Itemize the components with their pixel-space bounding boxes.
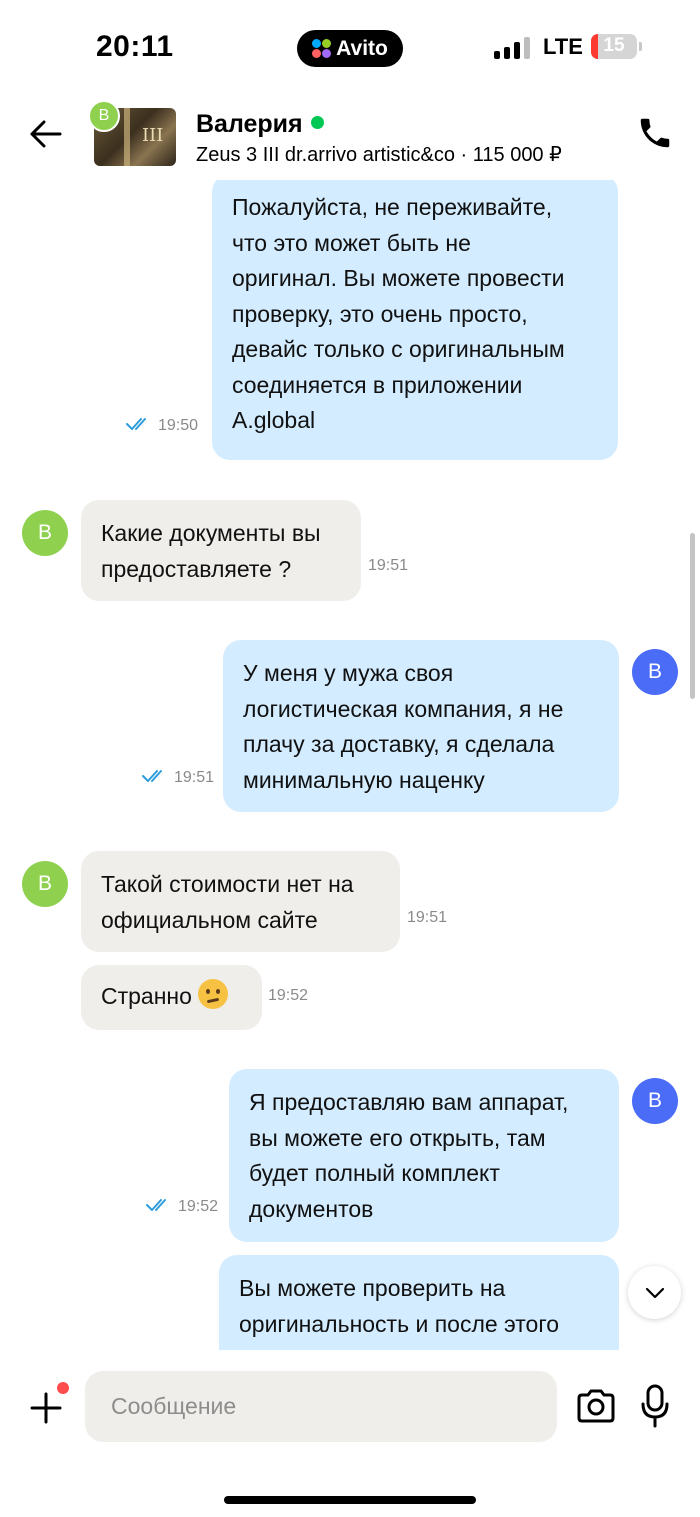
battery-level: 15 xyxy=(603,35,625,56)
phone-icon xyxy=(640,118,670,148)
message-line: предоставляете ? xyxy=(101,555,292,582)
message-bubble-incoming[interactable]: Какие документы вы предоставляете ? xyxy=(81,500,361,601)
scrollbar[interactable] xyxy=(690,533,695,699)
sender-avatar[interactable]: В xyxy=(22,861,68,907)
message-time: 19:51 xyxy=(407,909,448,926)
message-line: будет полный комплект xyxy=(249,1160,500,1186)
avito-logo-icon xyxy=(312,38,332,59)
double-check-icon xyxy=(146,1199,166,1211)
message-time: 19:52 xyxy=(268,987,309,1004)
message-line: документов xyxy=(249,1195,374,1222)
contact-name: Валерия xyxy=(196,110,303,138)
battery-cap xyxy=(639,42,642,51)
message-line: минимальную наценку xyxy=(243,766,485,793)
message-bubble-incoming[interactable]: Такой стоимости нет на официальном сайте xyxy=(81,851,400,952)
arrow-left-icon xyxy=(30,120,62,148)
microphone-button[interactable] xyxy=(640,1384,670,1428)
message-line: Странно xyxy=(101,983,192,1009)
chevron-down-icon xyxy=(645,1287,664,1298)
thinking-face-icon xyxy=(198,979,229,1009)
message-line: вы можете его открыть, там xyxy=(249,1124,546,1151)
message-line: оригинальность и после этого xyxy=(239,1310,560,1337)
message-line: Такой стоимости нет на xyxy=(101,871,354,897)
avito-pill-label: Avito xyxy=(336,36,388,60)
message-input[interactable] xyxy=(85,1371,557,1442)
message-line: что это может быть не xyxy=(232,229,471,256)
composer-bar xyxy=(0,1350,700,1517)
camera-icon xyxy=(577,1389,615,1423)
network-type: LTE xyxy=(543,34,583,59)
message-line: плачу за доставку, я сделала xyxy=(243,731,555,757)
camera-button[interactable] xyxy=(575,1386,617,1426)
message-bubble-outgoing[interactable]: У меня у мужа своя логистическая компани… xyxy=(223,640,619,812)
message-line: Пожалуйста, не переживайте, xyxy=(232,194,553,220)
message-line: девайс только с оригинальным xyxy=(232,336,565,362)
message-line: официальном сайте xyxy=(101,906,318,933)
double-check-icon xyxy=(126,418,146,430)
call-button[interactable] xyxy=(636,114,674,152)
listing-title[interactable]: Zeus 3 III dr.arrivo artistic&co · 115 0… xyxy=(196,142,562,167)
message-line: логистическая компания, я не xyxy=(243,695,564,722)
message-line: Я предоставляю вам аппарат, xyxy=(249,1089,569,1115)
battery-icon: 15 xyxy=(591,34,637,59)
message-time-text: 19:52 xyxy=(178,1198,219,1215)
message-bubble-outgoing[interactable]: Вы можете проверить на оригинальность и … xyxy=(219,1255,619,1350)
message-line: A.global xyxy=(232,407,316,433)
microphone-icon xyxy=(641,1384,669,1428)
message-line: проверку, это очень просто, xyxy=(232,300,528,327)
message-time: 19:51 xyxy=(368,557,409,574)
message-line: оригинал. Вы можете провести xyxy=(232,265,565,291)
message-time: 19:51 xyxy=(142,769,214,787)
message-line: Какие документы вы xyxy=(101,520,321,546)
message-line: соединяется в приложении xyxy=(232,371,523,398)
message-bubble-outgoing[interactable]: Пожалуйста, не переживайте, что это може… xyxy=(212,180,618,460)
message-time-text: 19:50 xyxy=(158,417,199,434)
status-time: 20:11 xyxy=(96,30,174,63)
contact-avatar[interactable]: В xyxy=(88,100,120,132)
chat-header: В Валерия Zeus 3 III dr.arrivo artistic&… xyxy=(0,96,700,180)
home-indicator xyxy=(224,1496,476,1504)
message-line: Вы можете проверить на xyxy=(239,1275,506,1301)
message-list[interactable]: Пожалуйста, не переживайте, что это може… xyxy=(0,180,700,1350)
attach-notification-dot xyxy=(57,1382,69,1394)
message-line: У меня у мужа своя xyxy=(243,660,454,686)
message-time-text: 19:51 xyxy=(174,769,215,786)
attach-button[interactable] xyxy=(26,1388,66,1428)
double-check-icon xyxy=(142,770,162,782)
message-time: 19:50 xyxy=(126,417,198,435)
back-button[interactable] xyxy=(26,114,66,154)
scroll-to-bottom-button[interactable] xyxy=(628,1266,681,1319)
own-avatar[interactable]: В xyxy=(632,1078,678,1124)
status-bar: 20:11 Avito LTE 15 xyxy=(0,0,700,96)
contact-name-row[interactable]: Валерия xyxy=(196,110,324,139)
message-time: 19:52 xyxy=(146,1198,218,1216)
avito-pill: Avito xyxy=(297,30,403,67)
signal-icon xyxy=(494,37,530,59)
sender-avatar[interactable]: В xyxy=(22,510,68,556)
online-indicator xyxy=(310,116,324,129)
message-bubble-incoming[interactable]: Странно xyxy=(81,965,262,1030)
plus-icon xyxy=(30,1392,62,1424)
own-avatar[interactable]: В xyxy=(632,649,678,695)
message-bubble-outgoing[interactable]: Я предоставляю вам аппарат, вы можете ег… xyxy=(229,1069,619,1242)
